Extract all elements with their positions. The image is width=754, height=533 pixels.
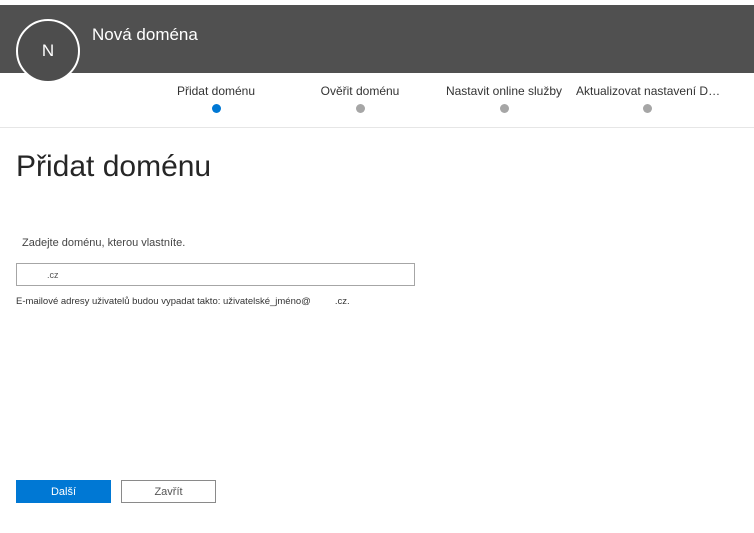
email-hint-suffix: .cz. bbox=[334, 296, 350, 307]
domain-input[interactable] bbox=[16, 263, 415, 286]
email-hint-prefix: E-mailové adresy uživatelů budou vypadat… bbox=[16, 296, 311, 307]
step-label: Nastavit online služby bbox=[445, 84, 563, 98]
step-add-domain: Přidat doménu bbox=[168, 83, 264, 123]
step-dot-active bbox=[211, 104, 221, 113]
step-label: Přidat doménu bbox=[176, 84, 256, 98]
step-update-dns: Aktualizovat nastavení D… bbox=[576, 83, 721, 123]
step-dot bbox=[642, 104, 652, 113]
step-dot bbox=[355, 104, 365, 113]
domain-prompt: Zadejte doménu, kterou vlastníte. bbox=[22, 237, 186, 249]
step-dot bbox=[499, 104, 509, 113]
step-verify-domain: Ověřit doménu bbox=[312, 83, 408, 123]
wizard-title: Nová doména bbox=[92, 25, 198, 44]
email-hint: E-mailové adresy uživatelů budou vypadat… bbox=[16, 296, 350, 308]
close-button[interactable]: Zavřít bbox=[121, 480, 216, 503]
next-button[interactable]: Další bbox=[16, 480, 111, 503]
avatar: N bbox=[16, 19, 80, 83]
wizard-steps: Přidat doménu Ověřit doménu Nastavit onl… bbox=[0, 73, 754, 128]
add-domain-wizard: Nová doména N Přidat doménu Ověřit domén… bbox=[0, 0, 754, 533]
step-online-services: Nastavit online služby bbox=[440, 83, 568, 123]
step-label: Ověřit doménu bbox=[320, 84, 400, 98]
step-label: Aktualizovat nastavení D… bbox=[576, 84, 721, 98]
wizard-header: Nová doména bbox=[0, 5, 754, 73]
page-title: Přidat doménu bbox=[16, 150, 212, 183]
